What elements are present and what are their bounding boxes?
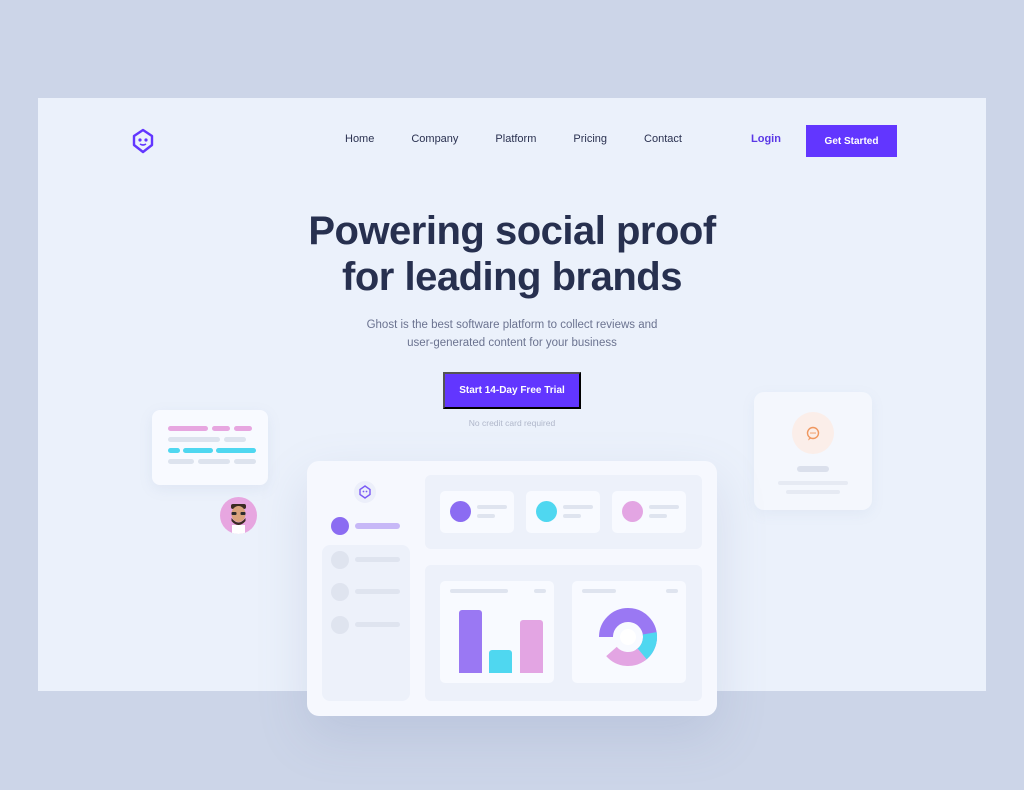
text-placeholder bbox=[183, 448, 213, 453]
stat-label bbox=[563, 514, 581, 518]
nav-contact[interactable]: Contact bbox=[644, 133, 682, 145]
card-title bbox=[582, 589, 616, 593]
stats-panel bbox=[425, 475, 702, 549]
start-trial-button[interactable]: Start 14-Day Free Trial bbox=[443, 372, 581, 409]
stat-dot bbox=[450, 501, 471, 522]
text-placeholder bbox=[168, 437, 220, 442]
stat-label bbox=[563, 505, 593, 509]
hero-subtitle: Ghost is the best software platform to c… bbox=[338, 316, 686, 352]
user-avatar bbox=[220, 497, 257, 534]
hero-subtitle-line-2: user-generated content for your business bbox=[407, 337, 617, 349]
stat-dot bbox=[536, 501, 557, 522]
stat-label bbox=[649, 514, 667, 518]
text-placeholder bbox=[198, 459, 230, 464]
text-placeholder bbox=[797, 466, 829, 472]
bar-purple bbox=[459, 610, 482, 673]
menu-label bbox=[355, 557, 400, 562]
card-meta bbox=[534, 589, 546, 593]
nav-company[interactable]: Company bbox=[411, 133, 458, 145]
charts-panel bbox=[425, 565, 702, 701]
chat-circle bbox=[792, 412, 834, 454]
dashboard-sidebar bbox=[322, 545, 410, 701]
donut-chart-card[interactable] bbox=[572, 581, 686, 683]
text-placeholder bbox=[224, 437, 246, 442]
menu-dot[interactable] bbox=[331, 583, 349, 601]
hero-subtitle-line-1: Ghost is the best software platform to c… bbox=[366, 319, 658, 331]
hero-title-line-2: for leading brands bbox=[342, 255, 682, 299]
dashboard-logo-icon bbox=[354, 481, 376, 503]
stat-label bbox=[477, 514, 495, 518]
text-placeholder bbox=[168, 448, 180, 453]
text-placeholder bbox=[168, 426, 208, 431]
card-title bbox=[450, 589, 508, 593]
menu-dot-active[interactable] bbox=[331, 517, 349, 535]
stat-card[interactable] bbox=[526, 491, 600, 533]
no-card-note: No credit card required bbox=[468, 418, 556, 428]
message-card bbox=[754, 392, 872, 510]
menu-label bbox=[355, 523, 400, 529]
stat-label bbox=[649, 505, 679, 509]
bar-pink bbox=[520, 620, 543, 673]
text-placeholder bbox=[168, 459, 194, 464]
text-placeholder bbox=[212, 426, 230, 431]
nav-home[interactable]: Home bbox=[345, 133, 374, 145]
bar-cyan bbox=[489, 650, 512, 673]
ghost-logo-icon[interactable] bbox=[130, 128, 156, 154]
text-placeholder bbox=[786, 490, 840, 494]
card-meta bbox=[666, 589, 678, 593]
stat-dot bbox=[622, 501, 643, 522]
text-placeholder bbox=[216, 448, 256, 453]
text-placeholder bbox=[778, 481, 848, 485]
menu-label bbox=[355, 589, 400, 594]
hero-title: Powering social proof for leading brands bbox=[38, 208, 986, 300]
login-link[interactable]: Login bbox=[751, 133, 781, 145]
menu-label bbox=[355, 622, 400, 627]
menu-dot[interactable] bbox=[331, 616, 349, 634]
text-placeholder bbox=[234, 426, 252, 431]
menu-dot[interactable] bbox=[331, 551, 349, 569]
review-bubble-card bbox=[152, 410, 268, 485]
donut-chart bbox=[599, 608, 657, 666]
stat-card[interactable] bbox=[440, 491, 514, 533]
stat-card[interactable] bbox=[612, 491, 686, 533]
main-nav: Home Company Platform Pricing Contact bbox=[345, 133, 719, 145]
chat-bubble-icon bbox=[806, 426, 820, 441]
bar-chart-card[interactable] bbox=[440, 581, 554, 683]
dashboard-preview bbox=[307, 461, 717, 716]
get-started-button[interactable]: Get Started bbox=[806, 125, 897, 157]
text-placeholder bbox=[234, 459, 256, 464]
stat-label bbox=[477, 505, 507, 509]
nav-pricing[interactable]: Pricing bbox=[573, 133, 607, 145]
nav-platform[interactable]: Platform bbox=[495, 133, 536, 145]
hero-title-line-1: Powering social proof bbox=[308, 209, 716, 253]
